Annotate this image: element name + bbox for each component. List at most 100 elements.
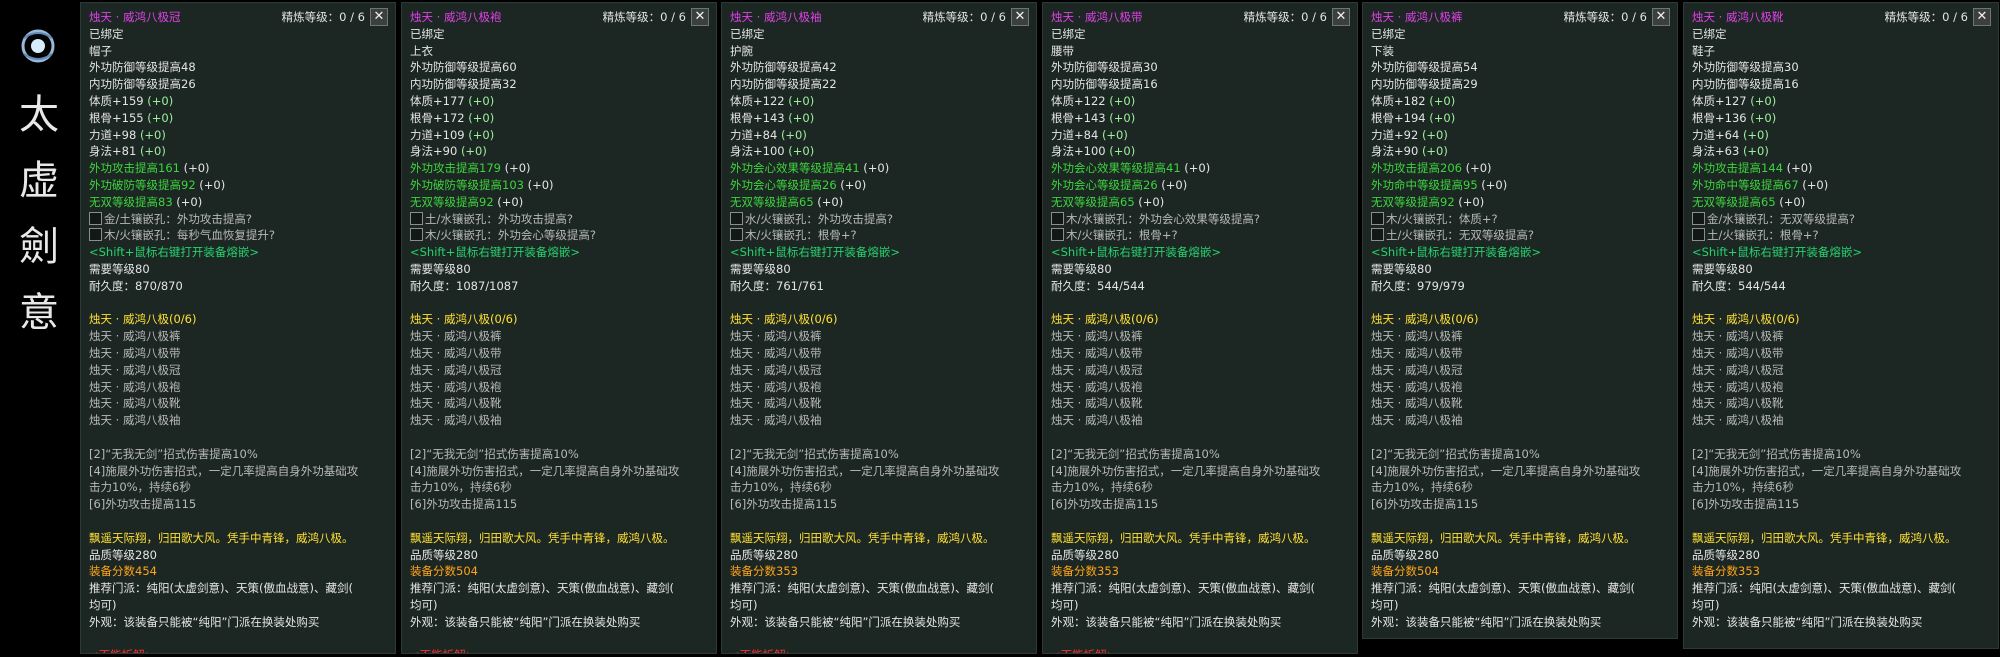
gem-socket[interactable]: 水/火镶嵌孔：外功攻击提高? bbox=[730, 211, 1028, 228]
stat-bonus: (+0) bbox=[147, 110, 174, 125]
socket-icon bbox=[1371, 228, 1384, 242]
gem-socket[interactable]: 木/火镶嵌孔：体质+? bbox=[1371, 211, 1669, 228]
attribute-label: 外功攻击提高144 bbox=[1692, 161, 1783, 176]
item-slot: 上衣 bbox=[410, 43, 433, 58]
attribute-label: 外功会心等级提高26 bbox=[730, 177, 837, 192]
set-item: 烛天 · 威鸿八极靴 bbox=[89, 396, 181, 411]
set-bonus: [6]外功攻击提高115 bbox=[1051, 497, 1159, 512]
set-item: 烛天 · 威鸿八极袍 bbox=[1692, 379, 1784, 394]
magic-attribute: 无双等级提高92 (+0) bbox=[410, 194, 708, 211]
appearance-note: 外观：该装备只能被“纯阳”门派在换装处购买 bbox=[1051, 614, 1282, 629]
set-bonus: [2]“无我无剑”招式伤害提高10% bbox=[1692, 446, 1861, 461]
gem-socket[interactable]: 土/水镶嵌孔：外功攻击提高? bbox=[410, 211, 708, 228]
set-bonus: [6]外功攻击提高115 bbox=[730, 497, 838, 512]
equipment-score: 装备分数353 bbox=[1051, 564, 1119, 579]
close-button[interactable]: ✕ bbox=[1332, 8, 1350, 26]
bound-status: 已绑定 bbox=[89, 26, 124, 41]
quality-level: 品质等级280 bbox=[730, 547, 798, 562]
set-item: 烛天 · 威鸿八极冠 bbox=[1692, 362, 1784, 377]
stat-bonus: (+0) bbox=[139, 127, 166, 142]
quality-level: 品质等级280 bbox=[1692, 547, 1760, 562]
close-button[interactable]: ✕ bbox=[370, 8, 388, 26]
set-bonus: [2]“无我无剑”招式伤害提高10% bbox=[410, 446, 579, 461]
set-item: 烛天 · 威鸿八极袍 bbox=[730, 379, 822, 394]
sect-name-char: 虚 bbox=[19, 158, 59, 204]
socket-label: 金/水镶嵌孔：无双等级提高? bbox=[1707, 211, 1855, 226]
gem-socket[interactable]: 金/土镶嵌孔：外功攻击提高? bbox=[89, 211, 387, 228]
set-item: 烛天 · 威鸿八极带 bbox=[1692, 345, 1784, 360]
stat-label: 力道+64 bbox=[1692, 127, 1740, 142]
gem-socket[interactable]: 木/火镶嵌孔：每秒气血恢复提升? bbox=[89, 227, 387, 244]
item-slot: 下装 bbox=[1371, 43, 1394, 58]
bound-status: 已绑定 bbox=[410, 26, 445, 41]
stat-bonus: (+0) bbox=[780, 127, 807, 142]
gem-socket[interactable]: 木/火镶嵌孔：外功会心等级提高? bbox=[410, 227, 708, 244]
gem-socket[interactable]: 木/火镶嵌孔：根骨+? bbox=[730, 227, 1028, 244]
set-item: 烛天 · 威鸿八极冠 bbox=[89, 362, 181, 377]
stat-constitution: 体质+182 (+0) bbox=[1371, 93, 1669, 110]
attribute-label: 无双等级提高92 bbox=[410, 194, 494, 209]
set-item: 烛天 · 威鸿八极冠 bbox=[730, 362, 822, 377]
set-item: 烛天 · 威鸿八极袍 bbox=[1371, 379, 1463, 394]
attribute-label: 外功会心等级提高26 bbox=[1051, 177, 1158, 192]
outer-defense: 外功防御等级提高30 bbox=[1051, 60, 1158, 75]
magic-attribute: 无双等级提高65 (+0) bbox=[1051, 194, 1349, 211]
stat-label: 力道+84 bbox=[1051, 127, 1099, 142]
socket-label: 土/火镶嵌孔：根骨+? bbox=[1707, 228, 1819, 243]
recommended-school: 均可) bbox=[1051, 597, 1079, 612]
item-tooltip: 烛天 · 威鸿八极袖 精炼等级：0 / 6 ✕ 已绑定 护腕 外功防御等级提高4… bbox=[721, 2, 1037, 654]
close-button[interactable]: ✕ bbox=[1652, 8, 1670, 26]
recommended-school: 推荐门派：纯阳(太虚剑意)、天策(傲血战意)、藏剑( bbox=[410, 581, 674, 596]
set-item: 烛天 · 威鸿八极带 bbox=[89, 345, 181, 360]
recommended-school: 均可) bbox=[1692, 597, 1720, 612]
stat-bonus: (+0) bbox=[1109, 144, 1136, 159]
attribute-bonus: (+0) bbox=[1465, 161, 1492, 176]
set-bonus: [6]外功攻击提高115 bbox=[1371, 497, 1479, 512]
flavor-text: 飘遥天际翔，归田歌大风。凭手中青锋，威鸿八极。 bbox=[1692, 530, 1957, 545]
magic-attribute: 无双等级提高83 (+0) bbox=[89, 194, 387, 211]
outer-defense: 外功防御等级提高42 bbox=[730, 60, 837, 75]
stat-label: 根骨+143 bbox=[1051, 110, 1106, 125]
gem-socket[interactable]: 土/火镶嵌孔：根骨+? bbox=[1692, 227, 1990, 244]
quality-level: 品质等级280 bbox=[1051, 547, 1119, 562]
stat-label: 体质+127 bbox=[1692, 93, 1747, 108]
gem-socket[interactable]: 土/火镶嵌孔：无双等级提高? bbox=[1371, 227, 1669, 244]
set-item: 烛天 · 威鸿八极靴 bbox=[1051, 396, 1143, 411]
magic-attribute: 无双等级提高92 (+0) bbox=[1371, 194, 1669, 211]
magic-attribute: 外功攻击提高144 (+0) bbox=[1692, 160, 1990, 177]
close-button[interactable]: ✕ bbox=[1011, 8, 1029, 26]
attribute-bonus: (+0) bbox=[176, 194, 203, 209]
attribute-label: 外功攻击提高161 bbox=[89, 161, 180, 176]
appearance-note: 外观：该装备只能被“纯阳”门派在换装处购买 bbox=[410, 614, 641, 629]
appearance-note: 外观：该装备只能被“纯阳”门派在换装处购买 bbox=[1692, 614, 1923, 629]
socket-label: 木/火镶嵌孔：外功会心等级提高? bbox=[425, 228, 596, 243]
set-bonus: 击力10%，持续6秒 bbox=[89, 480, 191, 495]
magic-attribute: 外功破防等级提高92 (+0) bbox=[89, 177, 387, 194]
no-dismantle: <不能拆解> bbox=[410, 647, 708, 653]
set-item: 烛天 · 威鸿八极袍 bbox=[89, 379, 181, 394]
stat-label: 身法+90 bbox=[410, 144, 458, 159]
set-title: 烛天 · 威鸿八极(0/6) bbox=[89, 312, 197, 327]
set-item: 烛天 · 威鸿八极靴 bbox=[1692, 396, 1784, 411]
close-button[interactable]: ✕ bbox=[691, 8, 709, 26]
attribute-label: 外功破防等级提高92 bbox=[89, 177, 196, 192]
magic-attribute: 外功命中等级提高67 (+0) bbox=[1692, 177, 1990, 194]
gem-socket[interactable]: 金/水镶嵌孔：无双等级提高? bbox=[1692, 211, 1990, 228]
inner-defense: 内功防御等级提高16 bbox=[1051, 77, 1158, 92]
appearance-note: 外观：该装备只能被“纯阳”门派在换装处购买 bbox=[89, 614, 320, 629]
set-item: 烛天 · 威鸿八极袍 bbox=[1051, 379, 1143, 394]
gem-socket[interactable]: 木/火镶嵌孔：根骨+? bbox=[1051, 227, 1349, 244]
stat-bonus: (+0) bbox=[139, 144, 166, 159]
equipment-score: 装备分数504 bbox=[410, 564, 478, 579]
gem-socket[interactable]: 木/水镶嵌孔：外功会心效果等级提高? bbox=[1051, 211, 1349, 228]
stat-bonus: (+0) bbox=[1421, 127, 1448, 142]
socket-label: 金/土镶嵌孔：外功攻击提高? bbox=[104, 211, 252, 226]
close-button[interactable]: ✕ bbox=[1973, 8, 1991, 26]
recommended-school: 推荐门派：纯阳(太虚剑意)、天策(傲血战意)、藏剑( bbox=[1371, 581, 1635, 596]
attribute-label: 无双等级提高92 bbox=[1371, 194, 1455, 209]
attribute-bonus: (+0) bbox=[1458, 194, 1485, 209]
durability: 耐久度：544/544 bbox=[1692, 278, 1786, 293]
item-tooltip: 烛天 · 威鸿八极袍 精炼等级：0 / 6 ✕ 已绑定 上衣 外功防御等级提高6… bbox=[401, 2, 717, 654]
magic-attribute: 外功攻击提高161 (+0) bbox=[89, 160, 387, 177]
quality-level: 品质等级280 bbox=[410, 547, 478, 562]
